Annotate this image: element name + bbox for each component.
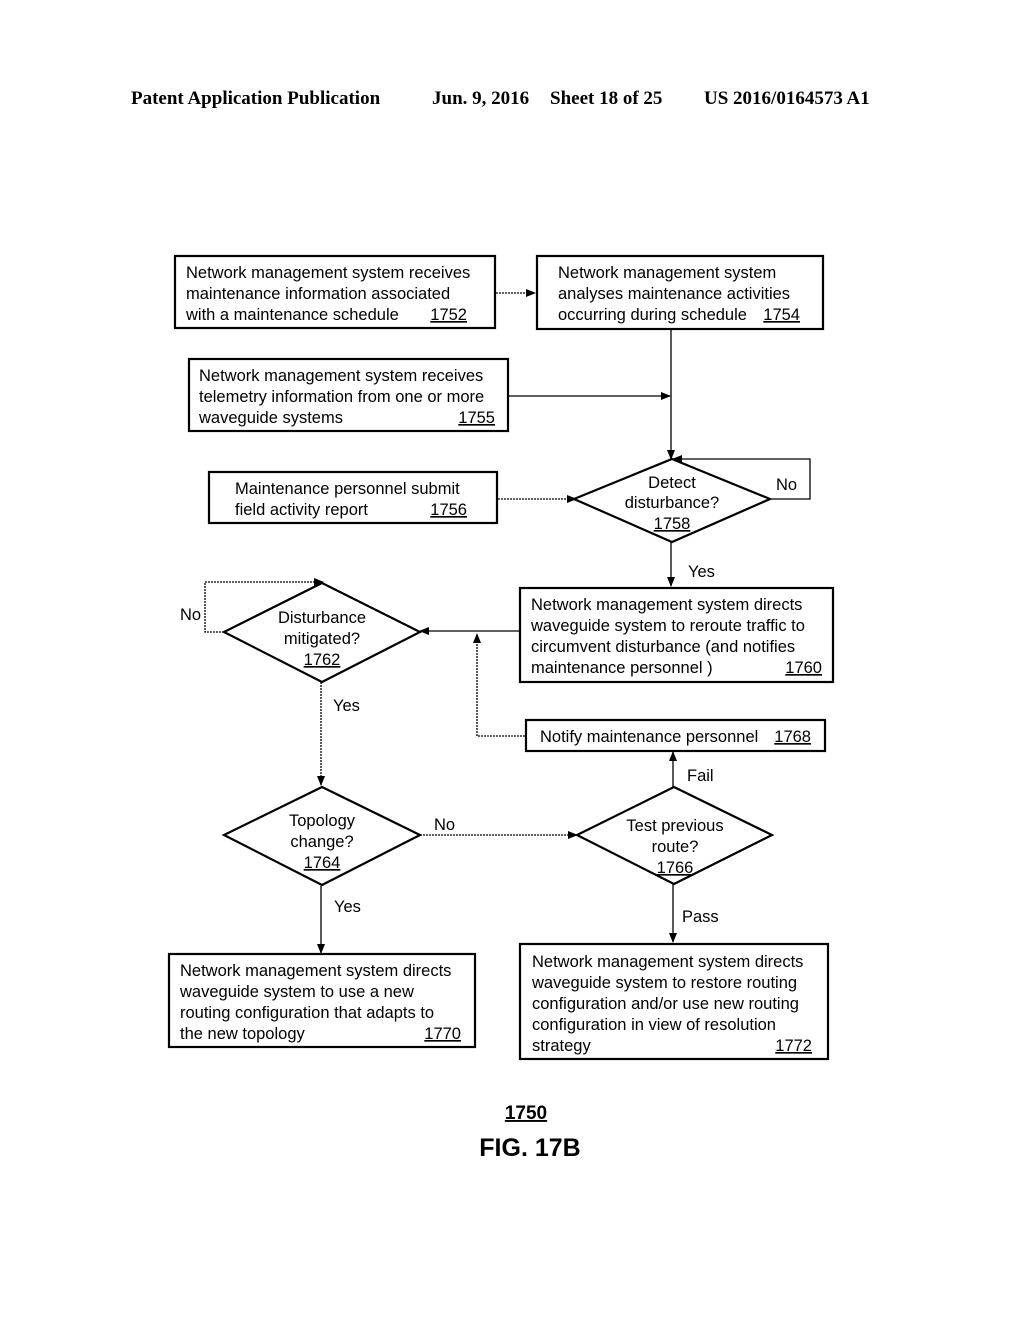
node-1772: Network management system directs wavegu… (518, 942, 830, 1061)
node-1760: Network management system directs wavegu… (518, 586, 835, 684)
node-1756-line-1: Maintenance personnel submit (235, 480, 460, 498)
node-1755-line-1: Network management system receives (199, 367, 483, 385)
node-1754: Network management system analyses maint… (535, 254, 825, 331)
label-topology-no: No (434, 816, 455, 834)
decision-1762-line-2: mitigated? (284, 630, 360, 648)
node-1756-ref: 1756 (430, 501, 467, 519)
node-1772-line-2: waveguide system to restore routing (531, 974, 797, 992)
node-1770-line-1: Network management system directs (180, 962, 451, 980)
node-1752-ref: 1752 (430, 306, 467, 324)
node-1760-line-4: maintenance personnel ) (531, 659, 713, 677)
label-mitigated-no: No (180, 606, 201, 624)
node-1768-line-1: Notify maintenance personnel (540, 728, 758, 746)
decision-1762-line-1: Disturbance (278, 609, 366, 627)
figure-title: FIG. 17B (479, 1134, 580, 1162)
flowchart: Network management system receives maint… (167, 254, 835, 1162)
node-1770-line-2: waveguide system to use a new (179, 983, 414, 1001)
node-1760-line-2: waveguide system to reroute traffic to (530, 617, 805, 635)
label-detect-no: No (776, 476, 797, 494)
decision-1764-line-2: change? (290, 833, 353, 851)
node-1752-line-2: maintenance information associated (186, 285, 450, 303)
node-1770: Network management system directs wavegu… (167, 952, 477, 1049)
node-1772-line-1: Network management system directs (532, 953, 803, 971)
node-1752-line-3: with a maintenance schedule (185, 306, 399, 324)
decision-1766: Test previous route? 1766 (574, 785, 775, 886)
decision-1766-line-1: Test previous (626, 817, 723, 835)
node-1755-ref: 1755 (458, 409, 495, 427)
node-1754-line-2: analyses maintenance activities (558, 285, 790, 303)
node-1760-line-3: circumvent disturbance (and notifies (531, 638, 795, 656)
decision-1762: Disturbance mitigated? 1762 (221, 581, 423, 684)
label-detect-yes: Yes (688, 563, 715, 581)
label-test-fail: Fail (687, 767, 714, 785)
node-1772-line-5: strategy (532, 1037, 591, 1055)
node-1770-line-4: the new topology (180, 1025, 306, 1043)
decision-1758-ref: 1758 (654, 515, 691, 533)
decision-1766-line-2: route? (652, 838, 699, 856)
decision-1764-line-1: Topology (289, 812, 356, 830)
decision-1764-ref: 1764 (304, 854, 341, 872)
node-1770-ref: 1770 (424, 1025, 461, 1043)
node-1752: Network management system receives maint… (173, 254, 497, 330)
decision-1758-line-2: disturbance? (625, 494, 719, 512)
node-1756-line-2: field activity report (235, 501, 368, 519)
node-1772-line-4: configuration in view of resolution (532, 1016, 776, 1034)
node-1756: Maintenance personnel submit field activ… (207, 470, 499, 525)
edge-1768-1762 (473, 633, 525, 737)
decision-1758-line-1: Detect (648, 474, 696, 492)
figure-reference: 1750 (505, 1103, 547, 1124)
node-1772-ref: 1772 (775, 1037, 812, 1055)
node-1754-line-1: Network management system (558, 264, 776, 282)
decision-1764: Topology change? 1764 (221, 785, 423, 887)
label-mitigated-yes: Yes (333, 697, 360, 715)
node-1760-line-1: Network management system directs (531, 596, 802, 614)
node-1760-ref: 1760 (785, 659, 822, 677)
decision-1758: Detect disturbance? 1758 (571, 457, 773, 544)
node-1754-ref: 1754 (763, 306, 800, 324)
node-1772-line-3: configuration and/or use new routing (532, 995, 799, 1013)
decision-1766-ref: 1766 (657, 859, 694, 877)
node-1755-line-3: waveguide systems (198, 409, 343, 427)
node-1770-line-3: routing configuration that adapts to (180, 1004, 434, 1022)
node-1768-ref: 1768 (774, 728, 811, 746)
decision-1762-ref: 1762 (304, 651, 341, 669)
node-1768: Notify maintenance personnel 1768 (524, 718, 827, 753)
node-1755-line-2: telemetry information from one or more (199, 388, 484, 406)
node-1752-line-1: Network management system receives (186, 264, 470, 282)
label-test-pass: Pass (682, 908, 719, 926)
node-1754-line-3: occurring during schedule (558, 306, 747, 324)
label-topology-yes: Yes (334, 898, 361, 916)
node-1755: Network management system receives telem… (187, 357, 510, 433)
